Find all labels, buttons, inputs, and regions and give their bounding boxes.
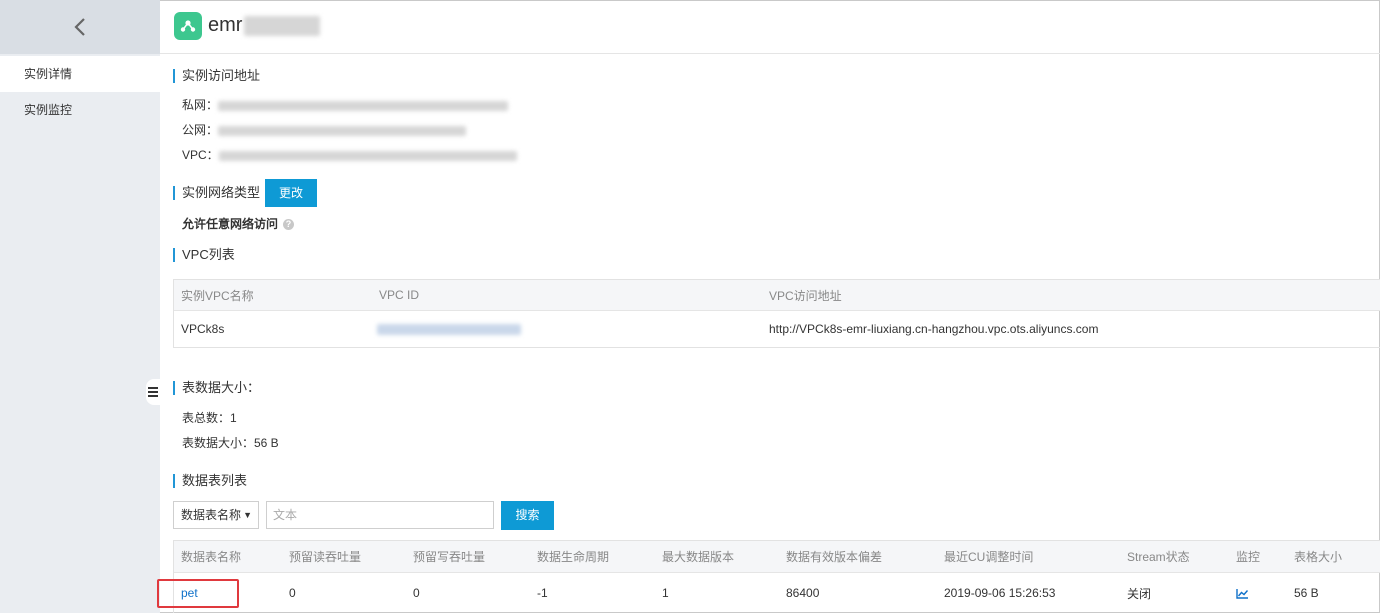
table-data-size: 表数据大小：56 B [182,436,279,450]
sidebar-item-label: 实例监控 [24,103,73,117]
sidebar-item-instance-details[interactable]: 实例详情 [0,56,160,92]
vpc-address: http://VPCk8s-emr-liuxiang.cn-hangzhou.v… [769,322,1099,336]
sidebar-item-instance-monitor[interactable]: 实例监控 [0,92,160,128]
caret-down-icon: ▼ [243,510,252,520]
redacted-text [218,100,509,111]
data-table-list: 数据表名称 预留读吞吐量 预留写吞吐量 数据生命周期 最大数据版本 数据有效版本… [173,540,1380,613]
section-title: 表数据大小： [173,381,260,395]
sidebar-item-label: 实例详情 [24,67,73,81]
redacted-text [218,125,467,136]
tablestore-logo-icon [174,12,202,40]
page-title: emr [208,14,321,37]
time-to-live: -1 [537,586,548,600]
table-header: 数据表名称 预留读吞吐量 预留写吞吐量 数据生命周期 最大数据版本 数据有效版本… [174,541,1380,573]
column-header: Stream状态 [1127,550,1190,564]
version-deviation: 86400 [786,586,820,600]
back-button[interactable] [0,0,160,54]
vpc-id [377,311,521,347]
highlight-box [157,579,239,608]
table-header: 实例VPC名称 VPC ID VPC访问地址 [174,280,1380,311]
column-header: 数据表名称 [181,550,242,564]
filter-select[interactable]: 数据表名称 ▼ [173,501,259,529]
search-button[interactable]: 搜索 [501,501,554,530]
redacted-text [218,150,517,161]
page-header: emr [160,0,1380,54]
column-header: 实例VPC名称 [181,288,254,303]
read-throughput: 0 [289,586,296,600]
table-row: pet 0 0 -1 1 86400 2019-09-06 15:26:53 关… [174,573,1380,613]
vpc-name: VPCk8s [181,322,225,336]
column-header: 预留读吞吐量 [289,550,362,564]
column-header: VPC访问地址 [769,288,842,303]
sidebar: 实例详情 实例监控 [0,0,160,613]
help-icon[interactable]: ? [283,219,295,231]
network-access-text: 允许任意网络访问? [182,217,295,231]
change-network-button[interactable]: 更改 [265,179,317,207]
redacted-text [244,15,321,36]
menu-icon [148,387,158,397]
monitor-cell [1236,573,1249,613]
column-header: 表格大小 [1294,550,1343,564]
vpc-table: 实例VPC名称 VPC ID VPC访问地址 VPCk8s http://VPC… [173,279,1380,348]
column-header: 最近CU调整时间 [944,550,1034,564]
table-row: VPCk8s http://VPCk8s-emr-liuxiang.cn-han… [174,311,1380,347]
section-title: 实例网络类型 [173,186,260,200]
column-header: 数据生命周期 [537,550,610,564]
column-header: 预留写吞吐量 [413,550,486,564]
public-address-row: 公网： [182,123,467,137]
section-title: 实例访问地址 [173,69,260,83]
column-header: 最大数据版本 [662,550,735,564]
max-versions: 1 [662,586,669,600]
stream-status: 关闭 [1127,586,1152,601]
table-count: 表总数：1 [182,411,237,425]
sidebar-collapse-toggle[interactable] [146,379,160,405]
section-title: VPC列表 [173,248,235,262]
private-address-row: 私网： [182,98,509,112]
line-chart-icon[interactable] [1236,588,1249,599]
vpc-address-row: VPC： [182,148,517,162]
write-throughput: 0 [413,586,420,600]
chevron-left-icon [74,18,85,36]
table-size: 56 B [1294,586,1319,600]
column-header: VPC ID [379,288,420,302]
column-header: 数据有效版本偏差 [786,550,883,564]
column-header: 监控 [1236,550,1261,564]
search-input[interactable] [266,501,494,529]
section-title: 数据表列表 [173,474,247,488]
cu-adjust-time: 2019-09-06 15:26:53 [944,586,1056,600]
redacted-text [377,323,521,335]
